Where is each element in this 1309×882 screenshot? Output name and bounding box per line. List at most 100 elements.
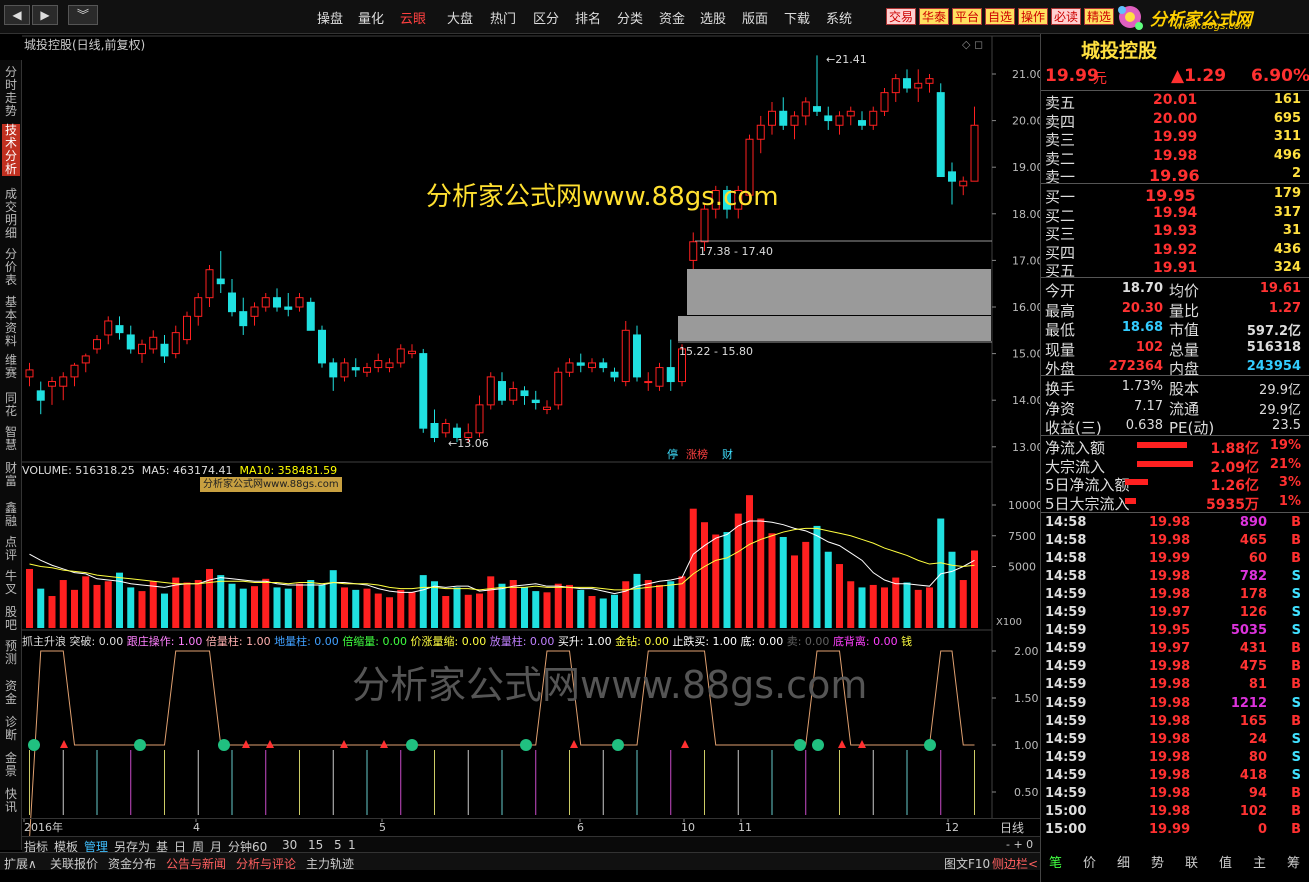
candle (565, 358, 574, 377)
quote-tab-6[interactable]: 主 (1253, 852, 1266, 871)
price-tick-label: 18.00 (1012, 208, 1044, 221)
stat2-label: 股本 (1169, 380, 1200, 398)
volume-bar (228, 583, 236, 628)
candle (486, 372, 495, 410)
volume-bar (341, 587, 348, 628)
f10-button[interactable]: 图文F10 (944, 855, 990, 872)
bottom-tab-5[interactable]: 主力轨迹 (306, 855, 354, 872)
volume-bar (59, 580, 67, 628)
candle (768, 101, 776, 135)
toolbar-btn-9[interactable]: 30 (282, 838, 297, 852)
buy-signal-icon (406, 739, 418, 751)
bottom-tab-1[interactable]: 关联报价 (50, 855, 98, 872)
x-axis (22, 818, 1040, 834)
candle (228, 279, 236, 317)
volume-bar (318, 584, 326, 628)
bottom-tab-4[interactable]: 分析与评论 (236, 855, 296, 872)
up-arrow-icon (380, 740, 388, 748)
bottom-tab-2[interactable]: 资金分布 (108, 855, 156, 872)
tick-volume: 80 (1248, 749, 1267, 765)
buy-signal-icon (924, 739, 936, 751)
sidebar-toggle-button[interactable]: 侧边栏< (992, 855, 1038, 872)
flow-value: 1.26亿 (1210, 478, 1259, 494)
candle (81, 353, 90, 373)
zoom-controls[interactable]: - + 0 (1006, 838, 1033, 851)
indicator-tick-label: 1.50 (1014, 692, 1039, 705)
volume-bar (881, 587, 888, 628)
tick-price: 19.99 (1149, 821, 1191, 837)
candle (115, 316, 124, 340)
tick-side: B (1291, 677, 1301, 693)
volume-bar (689, 508, 697, 628)
quote-tab-2[interactable]: 细 (1117, 852, 1130, 871)
candle (970, 106, 979, 182)
ask-volume: 2 (1291, 166, 1301, 182)
quote-tab-5[interactable]: 值 (1219, 852, 1232, 871)
buy-signal-icon (794, 739, 806, 751)
indicator-header: 抓主升浪 突破: 0.00 跟庄操作: 1.00 倍量柱: 1.00 地量柱: … (22, 633, 912, 649)
bid-price: 19.93 (1153, 223, 1198, 240)
volume-bar (836, 564, 843, 628)
quote-tab-1[interactable]: 价 (1083, 852, 1096, 871)
ask-price: 20.01 (1153, 92, 1198, 108)
volume-bar (442, 596, 450, 628)
volume-bar (656, 584, 663, 628)
volume-bar (307, 580, 315, 628)
flow-bar (1125, 497, 1136, 504)
price-tick-label: 19.00 (1012, 161, 1044, 174)
candle (284, 293, 293, 317)
tick-price: 19.98 (1149, 749, 1191, 765)
stat-value: 272364 (1108, 359, 1163, 374)
volume-bar (611, 594, 618, 628)
candle (48, 376, 56, 405)
period-label[interactable]: 日线 (1000, 819, 1024, 836)
divider (1041, 183, 1309, 184)
volume-bar (329, 570, 337, 628)
ma10-value: MA10: 358481.59 (239, 464, 338, 477)
stat2-value: 0.638 (1125, 418, 1163, 433)
candle (408, 344, 416, 359)
candle (104, 316, 113, 345)
high-label: ←21.41 (826, 53, 867, 66)
quote-tab-7[interactable]: 筹 (1287, 852, 1300, 871)
toolbar-btn-12[interactable]: 1 (348, 838, 356, 852)
app-window: ◀ ▶ ︾ 操盘 量化 云眼 大盘 热门 区分 排名 分类 资金 选股 版面 下载 系统 交易 华泰 平台自… (0, 0, 1309, 882)
volume-bar (296, 583, 303, 628)
candle (239, 297, 248, 335)
up-arrow-icon (858, 740, 866, 748)
bid-price: 19.91 (1153, 260, 1198, 277)
volume-bar (82, 576, 90, 628)
stat-value: 102 (1135, 339, 1163, 355)
volume-unit-label: X100 (996, 617, 1022, 628)
divider (1041, 435, 1309, 436)
volume-bar (757, 518, 765, 628)
indicator-item-1: 突破: 0.00 (69, 635, 127, 648)
tick-price: 19.98 (1149, 731, 1191, 747)
bid-price: 19.95 (1145, 186, 1196, 205)
quote-tab-3[interactable]: 势 (1151, 852, 1164, 871)
toolbar-btn-10[interactable]: 15 (308, 838, 323, 852)
zone-label-2: 15.22 - 15.80 (679, 345, 753, 358)
quote-tab-0[interactable]: 笔 (1049, 852, 1062, 871)
candle (779, 97, 788, 130)
tick-price: 19.97 (1149, 641, 1191, 657)
toolbar-btn-11[interactable]: 5 (334, 838, 342, 852)
tick-volume: 418 (1239, 767, 1267, 783)
buy-signal-icon (218, 739, 230, 751)
volume-bar (476, 593, 483, 628)
tick-volume: 475 (1239, 659, 1267, 675)
candle (441, 418, 450, 438)
quote-tab-4[interactable]: 联 (1185, 852, 1198, 871)
flow-bar (1137, 442, 1187, 448)
stat-label: 均价 (1169, 282, 1200, 300)
candle (340, 358, 349, 382)
tick-side: S (1291, 587, 1301, 603)
candle (925, 74, 934, 93)
bottom-tab-3[interactable]: 公告与新闻 (166, 855, 226, 872)
indicator-item-5: 倍缩量: 0.00 (342, 635, 411, 648)
volume-bar (431, 581, 438, 628)
ask-price: 20.00 (1153, 110, 1198, 127)
event-mark: 财 (722, 447, 733, 461)
bottom-tab-0[interactable]: 扩展∧ (4, 855, 37, 872)
tick-side: B (1291, 515, 1301, 530)
